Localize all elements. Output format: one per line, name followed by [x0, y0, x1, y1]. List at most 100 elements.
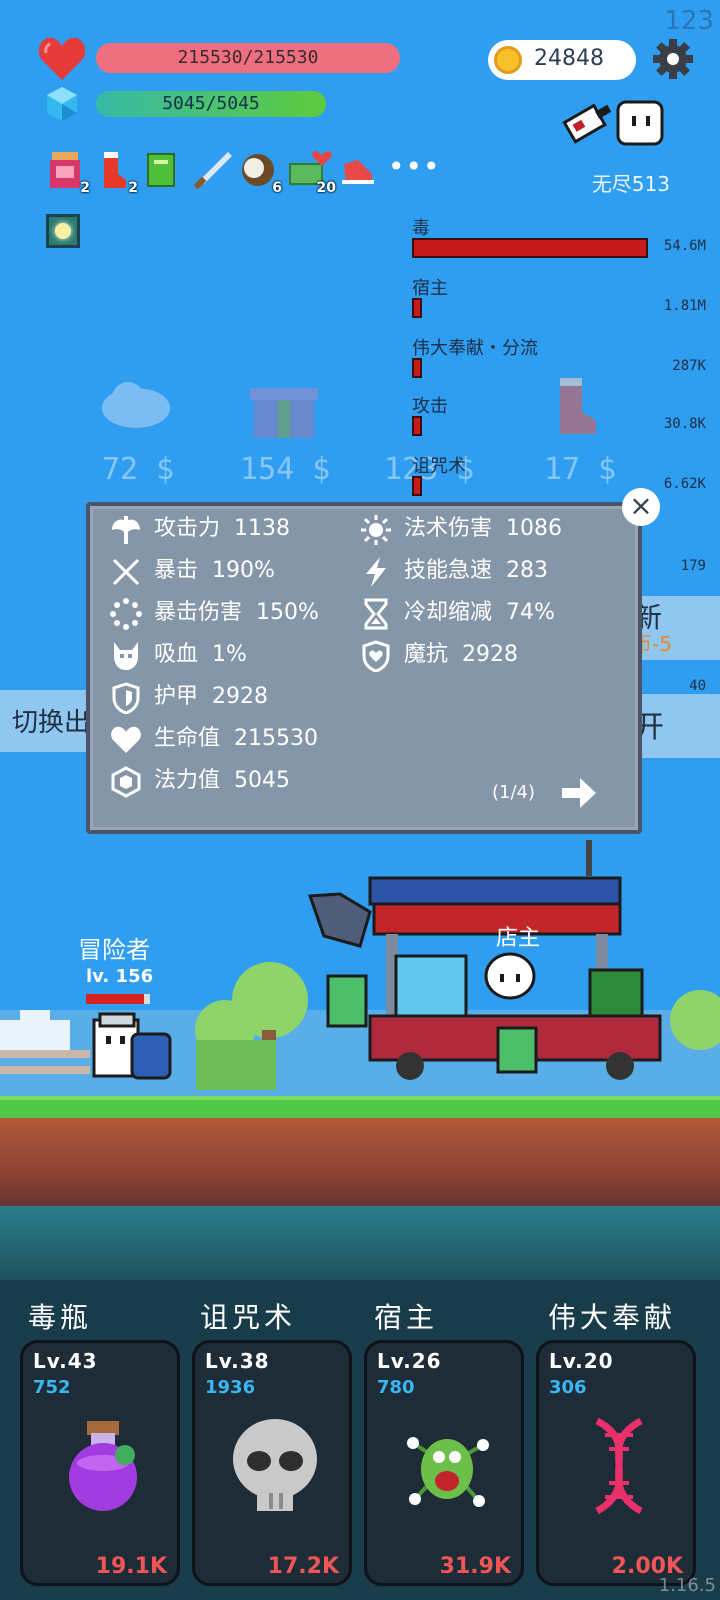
- skill-name: 伟大奉献: [548, 1301, 677, 1334]
- heart-icon: [110, 724, 142, 756]
- stat-name: 冷却缩减: [404, 600, 493, 625]
- merchant-cart[interactable]: [300, 836, 670, 1086]
- more-items-button[interactable]: •••: [388, 150, 441, 183]
- active-buff-icon[interactable]: [46, 214, 80, 248]
- stat-spacer: [198, 684, 212, 709]
- skill-card-host[interactable]: Lv.26 780 31.9K: [364, 1340, 524, 1586]
- damage-value: 30.8K: [663, 416, 706, 432]
- stat-spacer: [220, 726, 234, 751]
- skill-value: 1936: [205, 1377, 256, 1398]
- stat-spacer: [492, 600, 506, 625]
- stat-spacer: [198, 642, 212, 667]
- hero-name: 冒险者: [78, 936, 150, 964]
- hero-health-fill: [86, 994, 144, 1004]
- winged-shoe-icon[interactable]: [338, 150, 376, 192]
- skill-level: Lv.43: [33, 1349, 98, 1373]
- damage-bar: [412, 358, 422, 378]
- new-button[interactable]: 新 币-5: [632, 596, 720, 660]
- skill-damage: 19.1K: [95, 1554, 167, 1579]
- mana-gem-icon: [47, 87, 77, 121]
- red-sock-icon[interactable]: 2: [96, 150, 138, 196]
- next-page-arrow-icon[interactable]: [560, 776, 598, 810]
- cash-heart-icon[interactable]: 20: [288, 150, 336, 196]
- damage-value: 179: [680, 558, 706, 574]
- shopkeeper-label: 店主: [496, 926, 541, 951]
- stat-value: 150%: [256, 600, 319, 625]
- endless-mode-icon[interactable]: [560, 96, 670, 152]
- poison-bottle-icon: [69, 1421, 137, 1511]
- stat-value: 1%: [212, 642, 247, 667]
- stat-value: 5045: [234, 768, 291, 793]
- coconut-icon[interactable]: 6: [240, 150, 282, 196]
- stat-spacer: [220, 768, 234, 793]
- dirt-layer: [0, 1118, 720, 1210]
- stat-name: 护甲: [154, 684, 199, 709]
- sun-icon: [360, 514, 392, 546]
- damage-value: 54.6M: [663, 238, 706, 254]
- switch-button[interactable]: 切换出: [0, 690, 100, 752]
- corner-counter: 123: [664, 6, 714, 36]
- stats-panel: 攻击力 1138 暴击 190% 暴击伤害 150% 吸血 1% 护甲 2928 生命值 …: [86, 502, 642, 834]
- grass-ground: [0, 1096, 720, 1118]
- stat-spacer: [492, 516, 506, 541]
- damage-source-name: 毒: [412, 218, 430, 239]
- version-label: 1.16.5: [658, 1575, 716, 1596]
- cloud-icon: [102, 382, 170, 428]
- stat-value: 190%: [212, 558, 275, 583]
- crit-icon: [110, 556, 142, 588]
- skill-value: 752: [33, 1377, 71, 1398]
- stat-name: 攻击力: [154, 516, 221, 541]
- close-button[interactable]: ×: [622, 488, 660, 526]
- shop-price: 72 $: [102, 452, 175, 487]
- health-heart-icon: [38, 37, 86, 80]
- stat-name: 法术伤害: [404, 516, 493, 541]
- skill-name: 毒瓶: [28, 1301, 93, 1334]
- hero-health-bar: [86, 994, 150, 1004]
- stat-name: 技能急速: [404, 558, 493, 583]
- hourglass-icon: [360, 598, 392, 630]
- damage-source-name: 伟大奉献・分流: [412, 338, 538, 359]
- stat-spacer: [220, 516, 234, 541]
- stat-label: 攻击力 1138: [154, 512, 290, 546]
- item-count: 2: [80, 180, 90, 196]
- health-bar: 215530/215530: [96, 43, 400, 73]
- stat-spacer: [492, 558, 506, 583]
- sword-icon[interactable]: [192, 150, 232, 192]
- stat-label: 法术伤害 1086: [404, 512, 562, 546]
- green-card-icon[interactable]: [144, 150, 182, 192]
- stat-value: 1086: [506, 516, 563, 541]
- damage-source-name: 攻击: [412, 396, 448, 417]
- armor-shield-icon: [110, 682, 142, 715]
- stat-label: 法力值 5045: [154, 764, 290, 798]
- stat-value: 74%: [506, 600, 555, 625]
- stat-name: 暴击伤害: [154, 600, 243, 625]
- skill-value: 780: [377, 1377, 415, 1398]
- skill-card-curse[interactable]: Lv.38 1936 17.2K: [192, 1340, 352, 1586]
- stat-name: 吸血: [154, 642, 199, 667]
- gold-coin-icon: [494, 46, 522, 74]
- stat-label: 暴击 190%: [154, 554, 275, 588]
- hero-sprite[interactable]: [86, 1010, 176, 1090]
- crit-damage-icon: [110, 598, 142, 630]
- settings-gear-icon[interactable]: [652, 38, 694, 80]
- item-count: 2: [128, 180, 138, 196]
- skill-card-great-devotion[interactable]: Lv.20 306 2.00K: [536, 1340, 696, 1586]
- stat-value: 283: [506, 558, 549, 583]
- stat-spacer: [242, 600, 256, 625]
- damage-bar: [412, 238, 648, 258]
- shop-price: 154 $: [240, 452, 331, 487]
- skill-name: 诅咒术: [200, 1301, 297, 1334]
- damage-value: 6.62K: [663, 476, 706, 492]
- skill-damage: 31.9K: [439, 1554, 511, 1579]
- health-text: 215530/215530: [177, 47, 319, 68]
- damage-source-name: 诅咒术: [412, 456, 466, 477]
- skill-damage: 17.2K: [267, 1554, 339, 1579]
- mana-gem-icon: [110, 766, 142, 798]
- jam-jar-icon[interactable]: 2: [48, 150, 90, 196]
- stat-name: 暴击: [154, 558, 199, 583]
- shop-price: 17 $: [544, 452, 617, 487]
- dna-icon: [595, 1417, 643, 1515]
- hero-level: lv. 156: [86, 966, 154, 987]
- open-button[interactable]: 开: [632, 694, 720, 758]
- skill-card-poison-bottle[interactable]: Lv.43 752 19.1K: [20, 1340, 180, 1586]
